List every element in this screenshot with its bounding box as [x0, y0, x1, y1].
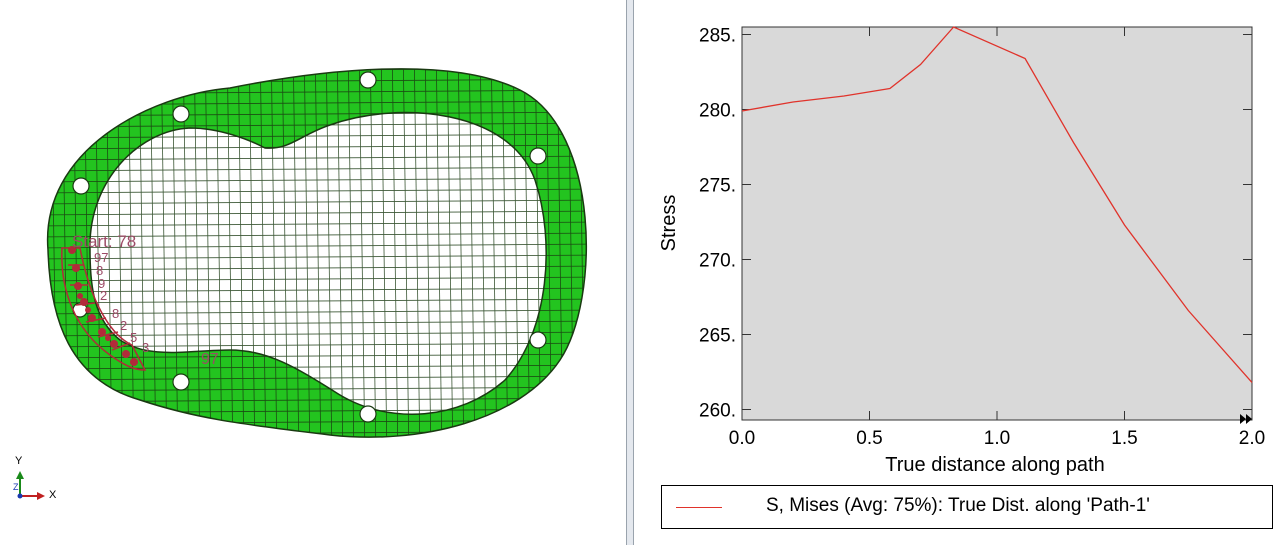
- y-tick-label: 260.: [699, 401, 736, 422]
- xy-plot-viewport[interactable]: 0.0 0.5 1.0 1.5 2.0 260. 265. 270. 275. 280. 285.…: [634, 0, 1280, 545]
- svg-text:2: 2: [120, 318, 127, 333]
- y-tick-label: 270.: [699, 251, 736, 272]
- y-tick-label: 275.: [699, 176, 736, 197]
- chart-legend: S, Mises (Avg: 75%): True Dist. along 'P…: [661, 485, 1273, 529]
- model-viewport[interactable]: 97 8 9 282 53 Start: 78 97 Y X Z: [0, 0, 626, 545]
- y-tick-label: 280.: [699, 101, 736, 122]
- svg-text:3: 3: [142, 340, 149, 355]
- bolt-hole: [359, 405, 377, 423]
- y-tick-label: 265.: [699, 326, 736, 347]
- bolt-hole: [529, 331, 547, 349]
- svg-text:8: 8: [112, 306, 119, 321]
- bolt-hole: [172, 373, 190, 391]
- x-tick-label: 0.5: [856, 428, 882, 449]
- mesh-model[interactable]: 9789 282 53 Start: 78 97 Y X Z: [0, 0, 626, 545]
- x-tick-label: 1.5: [1111, 428, 1137, 449]
- svg-text:5: 5: [130, 330, 137, 345]
- triad-y-label: Y: [15, 455, 23, 467]
- bolt-hole: [529, 147, 547, 165]
- plot-area: [741, 26, 1253, 421]
- legend-entry-label: S, Mises (Avg: 75%): True Dist. along 'P…: [766, 495, 1150, 516]
- bolt-hole: [359, 71, 377, 89]
- y-axis-label: Stress: [658, 195, 680, 252]
- x-tick-label: 0.0: [729, 428, 755, 449]
- path-start-label: Start: 78: [72, 232, 136, 251]
- y-tick-label: 285.: [699, 26, 736, 47]
- path-end-label: 97: [201, 351, 219, 368]
- triad-z-label: Z: [13, 482, 19, 492]
- bolt-hole: [172, 105, 190, 123]
- svg-text:2: 2: [100, 288, 107, 303]
- stress-chart: 0.0 0.5 1.0 1.5 2.0 260. 265. 270. 275. 280. 285.…: [658, 26, 1265, 477]
- legend-swatch: [676, 507, 722, 508]
- x-tick-label: 1.0: [984, 428, 1010, 449]
- viewport-splitter[interactable]: [626, 0, 634, 545]
- bolt-hole: [72, 177, 90, 195]
- triad-x-label: X: [49, 489, 57, 501]
- axis-triad: Y X Z: [13, 455, 57, 501]
- x-axis-label: True distance along path: [885, 454, 1104, 476]
- triad-z-dot: [17, 493, 23, 499]
- x-tick-label: 2.0: [1239, 428, 1265, 449]
